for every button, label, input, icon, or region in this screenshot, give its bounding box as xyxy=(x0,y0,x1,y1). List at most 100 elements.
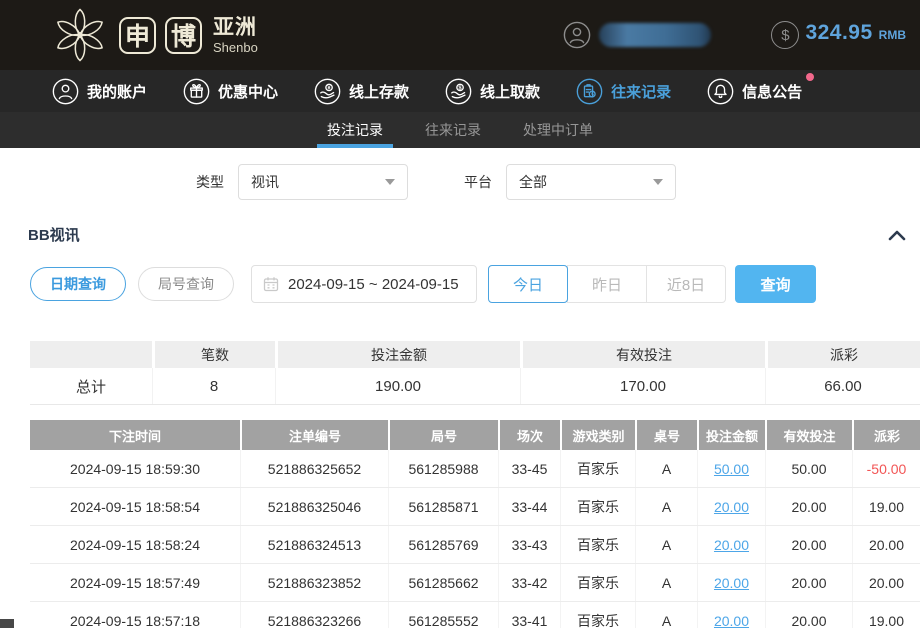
cell-game: 百家乐 xyxy=(560,564,635,601)
table-row: 2024-09-15 18:57:18 521886323266 5612855… xyxy=(30,602,920,628)
nav-item-promotions[interactable]: 优惠中心 xyxy=(183,78,278,105)
cell-session: 33-41 xyxy=(498,602,560,628)
summary-valid-bet-value: 170.00 xyxy=(520,368,765,404)
bet-records-table: 下注时间 注单编号 局号 场次 游戏类别 桌号 投注金额 有效投注 派彩 202… xyxy=(30,420,920,628)
filter-row: 类型 视讯 平台 全部 xyxy=(0,148,920,200)
nav-label: 优惠中心 xyxy=(218,81,278,102)
chevron-up-icon xyxy=(888,229,906,241)
collapse-section-button[interactable] xyxy=(888,229,906,241)
logo-wordmark: 亚洲 Shenbo xyxy=(213,17,258,54)
top-header: 申 博 亚洲 Shenbo $ 324.95 RMB xyxy=(0,0,920,70)
today-button[interactable]: 今日 xyxy=(488,265,568,303)
bet-amount-link[interactable]: 20.00 xyxy=(714,613,749,628)
nav-item-withdraw[interactable]: $ 线上取款 xyxy=(445,78,540,105)
cell-table-no: A xyxy=(635,526,697,563)
site-logo[interactable]: 申 博 亚洲 Shenbo xyxy=(50,5,258,65)
cell-game: 百家乐 xyxy=(560,450,635,487)
balance-display: $ 324.95 RMB xyxy=(771,21,906,49)
col-header-order-id: 注单编号 xyxy=(240,420,388,450)
username-redacted xyxy=(599,23,711,47)
cell-table-no: A xyxy=(635,564,697,601)
section-title: BB视讯 xyxy=(28,224,80,245)
yesterday-button[interactable]: 昨日 xyxy=(567,265,647,303)
type-label: 类型 xyxy=(196,172,224,192)
search-button[interactable]: 查询 xyxy=(735,265,816,303)
col-header-valid-bet: 有效投注 xyxy=(765,420,852,450)
nav-item-my-account[interactable]: 我的账户 xyxy=(52,78,147,105)
cell-table-no: A xyxy=(635,450,697,487)
cell-time: 2024-09-15 18:58:24 xyxy=(30,526,240,563)
col-header-bet-amount: 投注金额 xyxy=(697,420,765,450)
summary-bet-amount-value: 190.00 xyxy=(275,368,520,404)
summary-total-label: 总计 xyxy=(30,368,152,404)
col-header-game: 游戏类别 xyxy=(560,420,635,450)
logo-char-shen: 申 xyxy=(119,17,156,54)
cell-time: 2024-09-15 18:58:54 xyxy=(30,488,240,525)
cell-round-id: 561285662 xyxy=(388,564,498,601)
flower-logo-icon xyxy=(50,5,110,65)
cell-valid-bet: 20.00 xyxy=(765,602,852,628)
platform-label: 平台 xyxy=(464,172,492,192)
cell-session: 33-44 xyxy=(498,488,560,525)
bell-icon xyxy=(707,78,734,105)
summary-payout-value: 66.00 xyxy=(765,368,920,404)
cell-session: 33-43 xyxy=(498,526,560,563)
cell-time: 2024-09-15 18:57:18 xyxy=(30,602,240,628)
logo-subtitle: Shenbo xyxy=(213,41,258,54)
nav-label: 线上存款 xyxy=(349,81,409,102)
nav-label: 我的账户 xyxy=(87,81,147,102)
bet-amount-link[interactable]: 50.00 xyxy=(714,461,749,477)
cell-order-id: 521886324513 xyxy=(240,526,388,563)
table-row: 2024-09-15 18:58:24 521886324513 5612857… xyxy=(30,526,920,564)
date-range-input[interactable]: 2024-09-15 ~ 2024-09-15 xyxy=(251,265,477,303)
nav-item-announcements[interactable]: 信息公告 xyxy=(707,78,802,105)
bottom-corner-widget[interactable] xyxy=(0,619,14,628)
deposit-icon: ¥ xyxy=(314,78,341,105)
cell-valid-bet: 50.00 xyxy=(765,450,852,487)
platform-select[interactable]: 全部 xyxy=(506,164,676,200)
table-row: 2024-09-15 18:58:54 521886325046 5612858… xyxy=(30,488,920,526)
nav-item-deposit[interactable]: ¥ 线上存款 xyxy=(314,78,409,105)
cell-valid-bet: 20.00 xyxy=(765,564,852,601)
nav-label: 信息公告 xyxy=(742,81,802,102)
col-header-table-no: 桌号 xyxy=(635,420,697,450)
bet-amount-link[interactable]: 20.00 xyxy=(714,575,749,591)
date-query-button[interactable]: 日期查询 xyxy=(30,267,126,301)
cell-game: 百家乐 xyxy=(560,488,635,525)
chevron-down-icon xyxy=(385,179,395,185)
summary-header-bet-amount: 投注金额 xyxy=(275,341,520,368)
cell-round-id: 561285769 xyxy=(388,526,498,563)
logo-region-text: 亚洲 xyxy=(213,17,258,38)
cell-order-id: 521886325046 xyxy=(240,488,388,525)
payout-cell: 20.00 xyxy=(852,526,920,563)
tab-transactions[interactable]: 往来记录 xyxy=(417,112,489,148)
date-range-value: 2024-09-15 ~ 2024-09-15 xyxy=(288,276,459,293)
summary-header-row: 笔数 投注金额 有效投注 派彩 xyxy=(30,341,920,368)
gift-icon xyxy=(183,78,210,105)
round-query-button[interactable]: 局号查询 xyxy=(138,267,234,301)
type-select[interactable]: 视讯 xyxy=(238,164,408,200)
cell-round-id: 561285552 xyxy=(388,602,498,628)
nav-item-records[interactable]: 往来记录 xyxy=(576,78,671,105)
bet-amount-link[interactable]: 20.00 xyxy=(714,499,749,515)
col-header-session: 场次 xyxy=(498,420,560,450)
balance-currency: RMB xyxy=(879,28,906,42)
cell-session: 33-45 xyxy=(498,450,560,487)
main-nav: 我的账户 优惠中心 ¥ 线上存款 $ 线上取款 xyxy=(0,70,920,112)
cell-order-id: 521886325652 xyxy=(240,450,388,487)
dollar-icon: $ xyxy=(771,21,799,49)
user-area: $ 324.95 RMB xyxy=(563,21,906,49)
payout-cell: 20.00 xyxy=(852,564,920,601)
table-header-row: 下注时间 注单编号 局号 场次 游戏类别 桌号 投注金额 有效投注 派彩 xyxy=(30,420,920,450)
user-avatar-icon[interactable] xyxy=(563,21,591,49)
bet-amount-link[interactable]: 20.00 xyxy=(714,537,749,553)
tab-bet-records[interactable]: 投注记录 xyxy=(319,112,391,148)
calendar-icon xyxy=(263,276,279,292)
last-8-days-button[interactable]: 近8日 xyxy=(646,265,726,303)
section-header: BB视讯 xyxy=(28,224,906,245)
cell-valid-bet: 20.00 xyxy=(765,526,852,563)
subtab-bar: 投注记录 往来记录 处理中订单 xyxy=(0,112,920,148)
tab-pending-orders[interactable]: 处理中订单 xyxy=(515,112,601,148)
col-header-time: 下注时间 xyxy=(30,420,240,450)
summary-total-row: 总计 8 190.00 170.00 66.00 xyxy=(30,368,920,405)
